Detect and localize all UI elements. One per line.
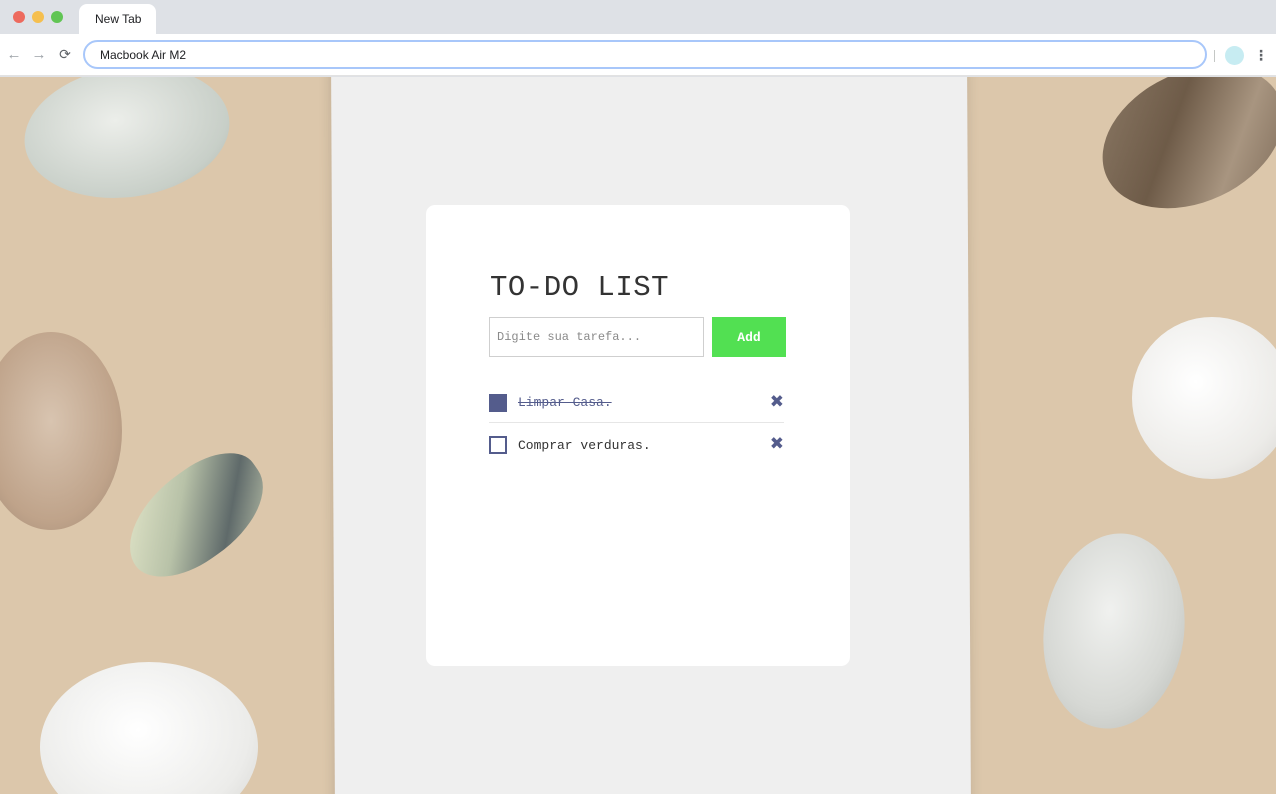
forward-arrow-icon[interactable]: → bbox=[28, 43, 50, 65]
background-stone bbox=[40, 662, 258, 794]
task-input[interactable] bbox=[489, 317, 704, 357]
back-arrow-icon[interactable]: ← bbox=[3, 43, 25, 65]
background-stone bbox=[0, 332, 122, 530]
background-stone bbox=[106, 435, 285, 597]
background-stone bbox=[15, 77, 239, 211]
background-stone bbox=[1132, 317, 1276, 479]
reload-icon[interactable]: ⟳ bbox=[54, 43, 76, 65]
browser-toolbar: ← → ⟳ Macbook Air M2 ⋮ bbox=[0, 34, 1276, 76]
add-button[interactable]: Add bbox=[712, 317, 786, 357]
address-text: Macbook Air M2 bbox=[100, 47, 187, 62]
delete-icon[interactable]: ✖ bbox=[770, 434, 784, 454]
toolbar-divider bbox=[1214, 50, 1215, 62]
menu-dots-icon[interactable]: ⋮ bbox=[1254, 45, 1268, 65]
task-label: Comprar verduras. bbox=[518, 437, 651, 453]
address-bar[interactable]: Macbook Air M2 bbox=[83, 40, 1207, 69]
background-stone bbox=[1079, 77, 1276, 237]
task-checkbox[interactable] bbox=[489, 436, 507, 454]
task-checkbox[interactable] bbox=[489, 393, 507, 412]
task-label: Limpar Casa. bbox=[518, 395, 612, 410]
minimize-window-button[interactable] bbox=[32, 11, 44, 23]
delete-icon[interactable]: ✖ bbox=[770, 392, 784, 412]
page-title: TO-DO LIST bbox=[490, 271, 670, 304]
profile-avatar-icon[interactable] bbox=[1225, 46, 1244, 65]
maximize-window-button[interactable] bbox=[51, 11, 63, 23]
browser-tab[interactable]: New Tab bbox=[79, 4, 156, 34]
list-item: Comprar verduras. ✖ bbox=[489, 427, 784, 463]
todo-card: TO-DO LIST Add Limpar Casa. ✖ Comprar ve… bbox=[426, 205, 850, 666]
browser-titlebar: New Tab bbox=[0, 0, 1276, 34]
page-viewport: TO-DO LIST Add Limpar Casa. ✖ Comprar ve… bbox=[0, 77, 1276, 794]
list-item: Limpar Casa. ✖ bbox=[489, 383, 784, 423]
close-window-button[interactable] bbox=[13, 11, 25, 23]
background-stone bbox=[1031, 524, 1197, 738]
tab-title: New Tab bbox=[95, 12, 142, 26]
